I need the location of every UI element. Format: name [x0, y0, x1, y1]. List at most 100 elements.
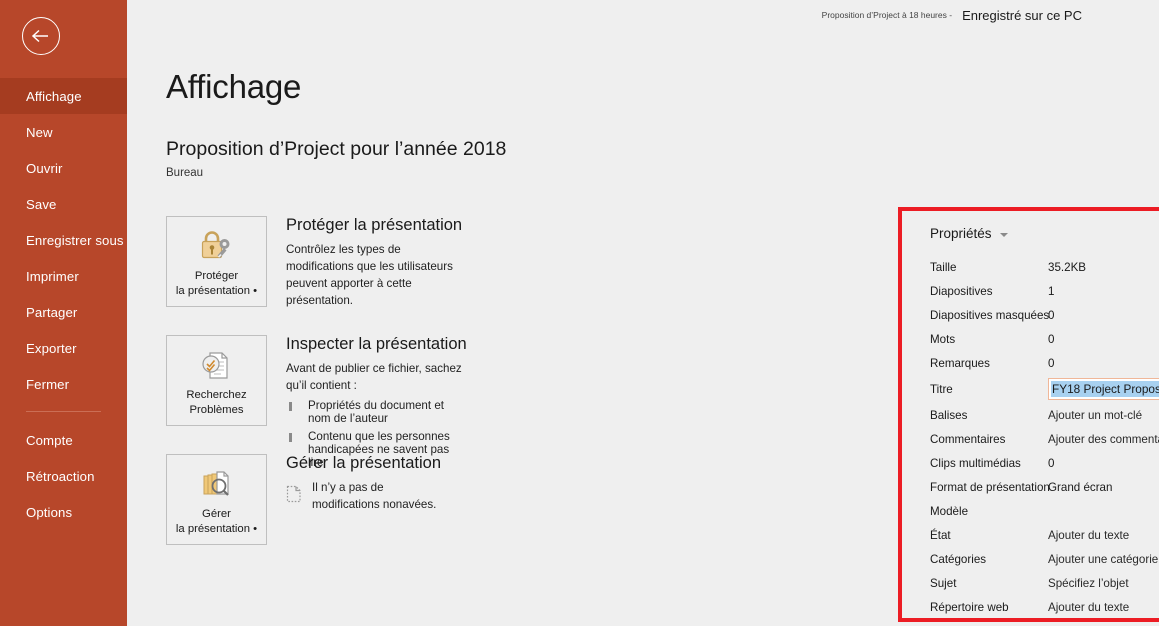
inspect-card-description: Avant de publier ce fichier, sachez qu’i…	[286, 362, 462, 392]
sidebar-item-new[interactable]: New	[0, 114, 127, 150]
protect-card-description: Contrôlez les types de modifications que…	[286, 243, 453, 307]
bullet-mark-icon	[286, 399, 308, 411]
protect-presentation-button[interactable]: Protéger la présentation •	[166, 216, 267, 307]
documents-search-icon	[197, 464, 237, 504]
property-row-titre: Titre FY18 Project Proposal	[930, 375, 1159, 403]
property-key: Modèle	[930, 504, 969, 518]
property-value[interactable]: Ajouter des commentaires	[1048, 433, 1159, 446]
manage-card-body: Gérer la présentation Il n’y a pas de mo…	[286, 454, 441, 513]
protect-card-body: Protéger la présentation Contrôlez les t…	[286, 216, 462, 309]
sidebar-item-enregistrer-sous[interactable]: Enregistrer sous	[0, 222, 127, 258]
sidebar-item-partager[interactable]: Partager	[0, 294, 127, 330]
sidebar-item-label: Save	[26, 196, 57, 212]
backstage-view: Affichage New Ouvrir Save Enregistrer so…	[0, 0, 1159, 626]
document-inspect-icon	[197, 345, 237, 385]
sidebar-item-exporter[interactable]: Exporter	[0, 330, 127, 366]
sidebar-item-label: Exporter	[26, 340, 77, 356]
property-row-modele: Modèle	[930, 499, 1159, 523]
sidebar-item-label: Options	[26, 504, 73, 520]
sidebar-item-imprimer[interactable]: Imprimer	[0, 258, 127, 294]
properties-header[interactable]: Propriétés	[930, 226, 1159, 241]
property-key: Remarques	[930, 356, 990, 370]
property-value: 35.2KB	[1048, 260, 1087, 274]
sidebar-item-fermer[interactable]: Fermer	[0, 366, 127, 402]
saved-status-bar: Proposition d’Project à 18 heures - Enre…	[822, 0, 1159, 30]
manage-card-heading: Gérer la présentation	[286, 454, 442, 472]
inspect-bullet-item: Propriétés du document et nom de l’auteu…	[286, 399, 467, 425]
sidebar-item-label: Partager	[26, 304, 78, 320]
property-row-clips-multimedias: Clips multimédias 0	[930, 451, 1159, 475]
saved-document-name: Proposition d’Project à 18 heures -	[821, 10, 953, 20]
property-key: Diapositives	[930, 284, 993, 298]
sidebar-item-affichage[interactable]: Affichage	[0, 78, 127, 114]
property-row-sujet: Sujet Spécifiez l’objet	[930, 571, 1159, 595]
sidebar-item-label: Rétroaction	[26, 468, 95, 484]
property-row-societe: Société Indiquer la société	[930, 619, 1159, 626]
property-row-taille: Taille 35.2KB	[930, 255, 1159, 279]
property-key: Balises	[930, 408, 968, 422]
property-value[interactable]: Spécifiez l’objet	[1048, 577, 1129, 590]
manage-presentation-button[interactable]: Gérer la présentation •	[166, 454, 267, 545]
property-value: 0	[1048, 456, 1055, 470]
inspect-card-body: Inspecter la présentation Avant de publi…	[286, 335, 467, 469]
sidebar-item-options[interactable]: Options	[0, 494, 127, 530]
property-value: 0	[1048, 332, 1055, 346]
property-key: Catégories	[930, 552, 987, 566]
title-input-value: FY18 Project Proposal	[1051, 381, 1159, 397]
sidebar-item-label: New	[26, 124, 53, 140]
property-key: État	[930, 528, 951, 542]
sidebar-item-save[interactable]: Save	[0, 186, 127, 222]
property-row-commentaires: Commentaires Ajouter des commentaires	[930, 427, 1159, 451]
sidebar-item-ouvrir[interactable]: Ouvrir	[0, 150, 127, 186]
property-key: Clips multimédias	[930, 456, 1021, 470]
property-value: 1	[1048, 284, 1055, 298]
sidebar: Affichage New Ouvrir Save Enregistrer so…	[0, 0, 127, 626]
property-row-diapositives-masquees: Diapositives masquées 0	[930, 303, 1159, 327]
sidebar-item-label: Compte	[26, 432, 73, 448]
property-key: Format de présentation	[930, 480, 1050, 494]
property-key: Sujet	[930, 576, 957, 590]
protect-button-label: Protéger la présentation •	[175, 270, 258, 297]
inspect-card-heading: Inspecter la présentation	[286, 335, 467, 353]
inspect-presentation-button[interactable]: Recherchez Problèmes	[166, 335, 267, 426]
saved-location-label: Enregistré sur ce PC	[962, 7, 1082, 23]
bullet-mark-icon	[286, 430, 308, 442]
lock-key-icon	[197, 226, 237, 266]
sidebar-item-label: Affichage	[26, 88, 82, 104]
back-button[interactable]	[22, 17, 60, 55]
property-value[interactable]: Ajouter du texte	[1048, 529, 1129, 542]
property-row-etat: État Ajouter du texte	[930, 523, 1159, 547]
inspect-bullet-text: Propriétés du document et nom de l’auteu…	[308, 399, 444, 425]
sidebar-item-label: Fermer	[26, 376, 70, 392]
protect-card-heading: Protéger la présentation	[286, 216, 463, 234]
document-title: Proposition d’Project pour l’année 2018	[166, 138, 507, 160]
manage-status-text: Il n’y a pas de modifications nonavées.	[312, 481, 437, 511]
sidebar-item-retroaction[interactable]: Rétroaction	[0, 458, 127, 494]
manage-status-row: Il n’y a pas de modifications nonavées.	[286, 479, 441, 513]
property-key: Diapositives masquées	[930, 308, 1050, 322]
property-key: Répertoire web	[930, 600, 1009, 614]
sidebar-nav: Affichage New Ouvrir Save Enregistrer so…	[0, 78, 127, 530]
manage-button-label: Gérer la présentation •	[175, 508, 258, 535]
property-row-categories: Catégories Ajouter une catégorie	[930, 547, 1159, 571]
property-value: 0	[1048, 308, 1055, 322]
property-value[interactable]: Ajouter une catégorie	[1048, 553, 1158, 566]
properties-panel: Propriétés Taille 35.2KB Diapositives 1 …	[930, 226, 1159, 626]
page-title: Affichage	[166, 68, 302, 105]
property-key: Mots	[930, 332, 956, 346]
unsaved-document-icon	[286, 485, 302, 508]
property-row-remarques: Remarques 0	[930, 351, 1159, 375]
sidebar-item-label: Enregistrer sous	[26, 232, 124, 248]
document-path: Bureau	[166, 167, 204, 179]
property-key: Commentaires	[930, 432, 1006, 446]
chevron-down-icon[interactable]	[999, 233, 1008, 237]
property-row-balises: Balises Ajouter un mot-clé	[930, 403, 1159, 427]
property-value[interactable]: Ajouter du texte	[1048, 601, 1129, 614]
title-input[interactable]: FY18 Project Proposal	[1048, 378, 1159, 400]
sidebar-item-label: Imprimer	[26, 268, 79, 284]
sidebar-item-compte[interactable]: Compte	[0, 422, 127, 458]
property-value[interactable]: Ajouter un mot-clé	[1048, 409, 1142, 422]
sidebar-divider	[26, 411, 101, 412]
inspect-button-label: Recherchez Problèmes	[186, 389, 247, 416]
property-key: Taille	[930, 260, 957, 274]
